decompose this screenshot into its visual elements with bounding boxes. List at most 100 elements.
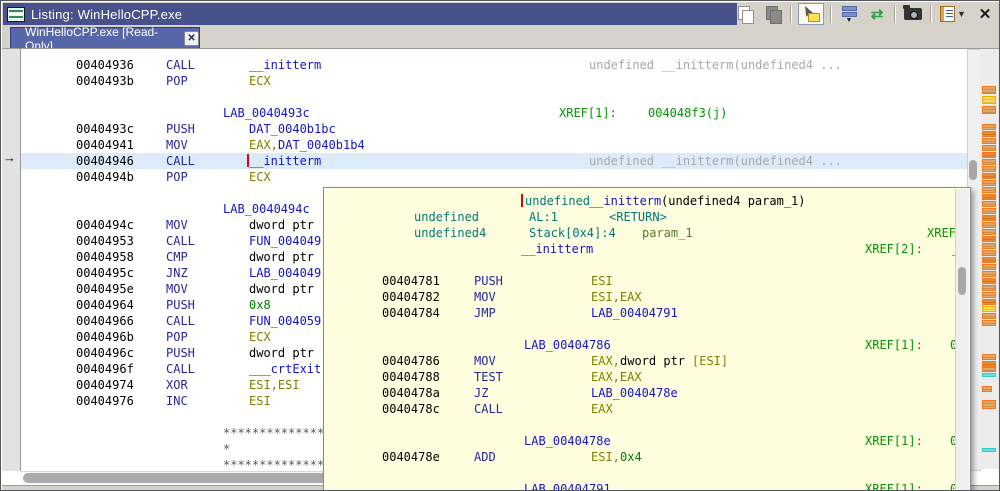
navigation-marker[interactable] bbox=[982, 243, 996, 249]
code-token: MOV bbox=[474, 290, 496, 304]
navigation-marker[interactable] bbox=[982, 152, 996, 158]
navigation-marker[interactable] bbox=[982, 180, 996, 186]
code-token: dword ptr bbox=[620, 354, 692, 368]
navigation-marker[interactable] bbox=[982, 173, 996, 179]
code-token: 00404964 bbox=[76, 298, 134, 312]
close-icon[interactable]: ✕ bbox=[974, 4, 996, 24]
code-token: MOV bbox=[474, 354, 496, 368]
navigation-marker[interactable] bbox=[982, 222, 996, 228]
navigation-marker[interactable] bbox=[982, 131, 996, 137]
listing-line[interactable]: 0040493cPUSHDAT_0040b1bc bbox=[1, 121, 967, 137]
navigation-marker[interactable] bbox=[982, 159, 996, 165]
navigation-marker[interactable] bbox=[982, 236, 996, 242]
navigation-marker[interactable] bbox=[982, 194, 996, 200]
code-token: 00404958 bbox=[76, 250, 134, 264]
navigation-marker[interactable] bbox=[982, 201, 996, 207]
code-token: 0040496f bbox=[76, 362, 134, 376]
popup-scrollbar-thumb[interactable] bbox=[958, 267, 966, 295]
listing-line: 0040478aJZLAB_0040478e bbox=[324, 385, 970, 401]
navigation-marker[interactable] bbox=[982, 145, 996, 151]
code-token: INC bbox=[166, 394, 188, 408]
listing-line: LAB_00404786XREF[1]:0 bbox=[324, 337, 970, 353]
code-token: LAB_004049 bbox=[249, 266, 321, 280]
listing-line: 00404784JMPLAB_00404791 bbox=[324, 305, 970, 321]
listing-line: 00404782MOVESI,EAX bbox=[324, 289, 970, 305]
code-token: 00404788 bbox=[382, 370, 440, 384]
code-token: PUSH bbox=[474, 274, 503, 288]
code-token: undefined __initterm(undefined4 ... bbox=[589, 58, 842, 72]
code-token: 0040494c bbox=[76, 218, 134, 232]
code-token: *************** bbox=[223, 458, 331, 471]
code-token: 0040495e bbox=[76, 282, 134, 296]
code-token: [ESI] bbox=[692, 354, 728, 368]
function-hover-popup: undefined__initterm(undefined4 param_1)u… bbox=[323, 187, 971, 491]
navigation-marker[interactable] bbox=[982, 187, 996, 193]
navigation-marker[interactable] bbox=[982, 264, 996, 270]
code-token: XREF bbox=[927, 226, 956, 240]
code-token: 0040496c bbox=[76, 346, 134, 360]
code-token: (undefined4 param_1) bbox=[661, 194, 806, 208]
code-token: JZ bbox=[474, 386, 488, 400]
navigation-marker[interactable] bbox=[982, 215, 996, 221]
code-token: JMP bbox=[474, 306, 496, 320]
code-token: EAX, bbox=[591, 354, 620, 368]
navigation-marker[interactable] bbox=[982, 299, 996, 305]
listing-line: undefined4Stack[0x4]:4param_1XREF bbox=[324, 225, 970, 241]
navigation-marker[interactable] bbox=[982, 400, 996, 409]
navigation-marker[interactable] bbox=[982, 257, 996, 263]
code-token: XREF[1]: bbox=[865, 338, 923, 352]
navigation-marker[interactable] bbox=[982, 313, 996, 319]
navigation-marker[interactable] bbox=[982, 106, 996, 114]
code-token: XREF[1]: bbox=[865, 482, 923, 491]
navigation-marker[interactable] bbox=[982, 271, 996, 277]
navigation-marker[interactable] bbox=[982, 354, 996, 360]
code-token: POP bbox=[166, 170, 188, 184]
code-token: 004048f3(j) bbox=[648, 106, 727, 120]
code-token: LAB_0040478e bbox=[591, 386, 678, 400]
listing-line[interactable]: 0040493bPOPECX bbox=[1, 73, 967, 89]
listing-line[interactable]: 00404946CALL__inittermundefined __initte… bbox=[1, 153, 967, 169]
navigation-marker[interactable] bbox=[982, 285, 996, 291]
navigation-marker[interactable] bbox=[982, 229, 996, 235]
navigation-marker[interactable] bbox=[982, 306, 996, 312]
navigation-marker[interactable] bbox=[982, 250, 996, 256]
code-token: CALL bbox=[166, 314, 195, 328]
code-token: XREF[1]: bbox=[559, 106, 617, 120]
code-token: 0040495c bbox=[76, 266, 134, 280]
navigation-marker[interactable] bbox=[982, 124, 996, 130]
listing-line[interactable]: LAB_0040493cXREF[1]:004048f3(j) bbox=[1, 105, 967, 121]
navigation-marker[interactable] bbox=[982, 138, 996, 144]
navigation-marker[interactable] bbox=[982, 208, 996, 214]
code-token: ESI bbox=[249, 394, 271, 408]
listing-line: 00404788TESTEAX,EAX bbox=[324, 369, 970, 385]
code-token: 0040494b bbox=[76, 170, 134, 184]
code-token: 0040478e bbox=[382, 450, 440, 464]
listing-line[interactable]: 0040494bPOPECX bbox=[1, 169, 967, 185]
navigation-marker-margin[interactable] bbox=[980, 49, 999, 469]
vertical-scrollbar-thumb[interactable] bbox=[969, 160, 977, 180]
navigation-marker[interactable] bbox=[982, 373, 996, 377]
listing-line: 0040478cCALLEAX bbox=[324, 401, 970, 417]
navigation-marker[interactable] bbox=[982, 166, 996, 172]
navigation-marker[interactable] bbox=[982, 96, 996, 104]
code-token: 00404974 bbox=[76, 378, 134, 392]
popup-scrollbar[interactable] bbox=[955, 189, 969, 491]
navigation-marker[interactable] bbox=[982, 320, 996, 326]
listing-line[interactable]: 00404936CALL__inittermundefined __initte… bbox=[1, 57, 967, 73]
navigation-marker[interactable] bbox=[982, 386, 992, 392]
listing-line: LAB_0040478eXREF[1]:0 bbox=[324, 433, 970, 449]
navigation-marker[interactable] bbox=[982, 86, 996, 94]
listing-line: 00404781PUSHESI bbox=[324, 273, 970, 289]
navigation-marker[interactable] bbox=[982, 448, 996, 452]
listing-line[interactable]: 00404941MOVEAX,DAT_0040b1b4 bbox=[1, 137, 967, 153]
code-token: PUSH bbox=[166, 122, 195, 136]
code-token: 0040496b bbox=[76, 330, 134, 344]
code-token: 0040478c bbox=[382, 402, 440, 416]
code-token: undefined4 bbox=[414, 226, 486, 240]
code-token: LAB_00404791 bbox=[591, 306, 678, 320]
code-token: 0x8 bbox=[249, 298, 271, 312]
navigation-marker[interactable] bbox=[982, 292, 996, 298]
navigation-marker[interactable] bbox=[982, 367, 996, 372]
navigation-marker[interactable] bbox=[982, 278, 996, 284]
code-token: EAX,EAX bbox=[591, 370, 642, 384]
